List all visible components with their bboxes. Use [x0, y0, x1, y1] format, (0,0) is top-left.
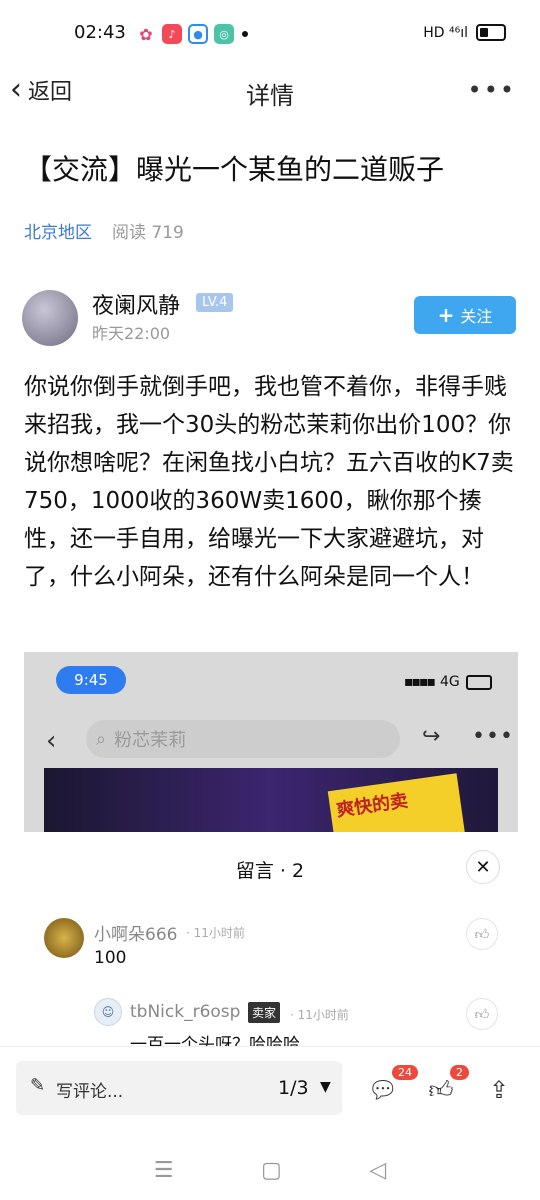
- page-indicator[interactable]: 1/3: [278, 1077, 309, 1099]
- status-time: 02:43: [74, 22, 126, 43]
- comment-time: · 11小时前: [290, 1008, 349, 1022]
- bottom-action-bar: ✎ 写评论... 1/3 ▼ 💬︎ 24 👍︎ 2 ⇪: [0, 1046, 540, 1137]
- system-navigation: ☰ ▢ ◁: [0, 1140, 540, 1200]
- embedded-network: 4G: [439, 674, 460, 690]
- home-icon[interactable]: ▢: [261, 1158, 282, 1183]
- network-indicator: HD ⁴⁶ıl: [423, 24, 468, 41]
- status-bar: 02:43 ✿ ♪ ● ◎ HD ⁴⁶ıl: [0, 0, 540, 66]
- comment-panel-title: 留言 · 2: [235, 860, 305, 882]
- avatar[interactable]: ☺: [94, 998, 122, 1026]
- more-notifications-icon: [242, 31, 248, 37]
- app2-notification-icon: ●: [188, 24, 208, 44]
- pencil-icon: ✎: [30, 1075, 46, 1096]
- comment-input[interactable]: ✎ 写评论... 1/3 ▼: [16, 1061, 342, 1115]
- like-count-badge: 2: [450, 1065, 469, 1080]
- avatar[interactable]: [44, 918, 84, 958]
- embedded-time: 9:45: [56, 666, 126, 694]
- post-body: 你说你倒手就倒手吧，我也管不着你，非得手贱来招我，我一个30头的粉芯茉莉你出价1…: [24, 374, 514, 590]
- back-label: 返回: [28, 80, 73, 105]
- signal-icon: ▪▪▪▪: [404, 674, 436, 690]
- follow-button[interactable]: + 关注: [414, 296, 516, 334]
- embedded-search-bar: ⌕ 粉芯茉莉: [86, 720, 400, 758]
- seller-badge: 卖家: [248, 1002, 281, 1023]
- embedded-battery-icon: [465, 674, 492, 690]
- comment-panel: 留言 · 2 ✕ 小啊朵666 · 11小时前 100 👍︎ ☺ tbNick_…: [0, 832, 540, 1047]
- back-triangle-icon[interactable]: ◁: [369, 1158, 386, 1183]
- embedded-back-icon: ‹: [46, 726, 57, 756]
- share-icon: ↪: [422, 724, 441, 749]
- comment-time: · 11小时前: [186, 926, 245, 940]
- search-icon: ⌕: [96, 728, 107, 750]
- close-icon[interactable]: ✕: [466, 850, 500, 884]
- app-notification-icon: ✿: [136, 24, 156, 44]
- music-notification-icon: ♪: [162, 24, 182, 44]
- chevron-left-icon: ‹: [10, 72, 22, 107]
- thumbs-up-icon[interactable]: 👍︎: [466, 998, 498, 1030]
- read-count: 阅读 719: [112, 223, 184, 243]
- region-link[interactable]: 北京地区: [24, 218, 92, 243]
- post-title: 【交流】曝光一个某鱼的二道贩子: [24, 153, 445, 186]
- battery-icon: [476, 24, 506, 41]
- follow-label: 关注: [460, 307, 493, 326]
- commenter-name[interactable]: 小啊朵666: [94, 920, 177, 945]
- notification-icons: ✿ ♪ ● ◎: [136, 24, 248, 44]
- comment-placeholder: 写评论...: [56, 1082, 124, 1102]
- comment-text: 100: [94, 948, 127, 968]
- menu-icon[interactable]: ☰: [154, 1158, 174, 1183]
- author-avatar[interactable]: [22, 290, 78, 346]
- comment-text: 一百一个头呀？哈哈哈: [130, 1035, 300, 1047]
- level-badge: LV.4: [196, 293, 234, 312]
- post-time: 昨天22:00: [92, 324, 171, 343]
- more-options-button[interactable]: •••: [468, 76, 516, 104]
- share-icon[interactable]: ⇪: [482, 1073, 516, 1107]
- embedded-status: ▪▪▪▪ 4G: [404, 674, 492, 690]
- caret-down-icon[interactable]: ▼: [320, 1079, 331, 1095]
- app3-notification-icon: ◎: [214, 24, 234, 44]
- embedded-search-text: 粉芯茉莉: [114, 730, 187, 751]
- thumbs-up-icon[interactable]: 👍︎: [466, 918, 498, 950]
- embedded-more-icon: •••: [472, 724, 514, 749]
- commenter-name[interactable]: tbNick_r6osp: [130, 1002, 240, 1022]
- system-status: HD ⁴⁶ıl: [423, 24, 506, 41]
- author-name[interactable]: 夜阑风静: [92, 288, 180, 320]
- comment-count-badge: 24: [392, 1065, 418, 1080]
- post-image[interactable]: 9:45 ▪▪▪▪ 4G ‹ ⌕ 粉芯茉莉 ↪ ••• 爽快的卖: [24, 652, 518, 842]
- back-button[interactable]: ‹ 返回: [10, 74, 72, 106]
- plus-icon: +: [437, 303, 455, 327]
- page-title: 详情: [246, 82, 294, 110]
